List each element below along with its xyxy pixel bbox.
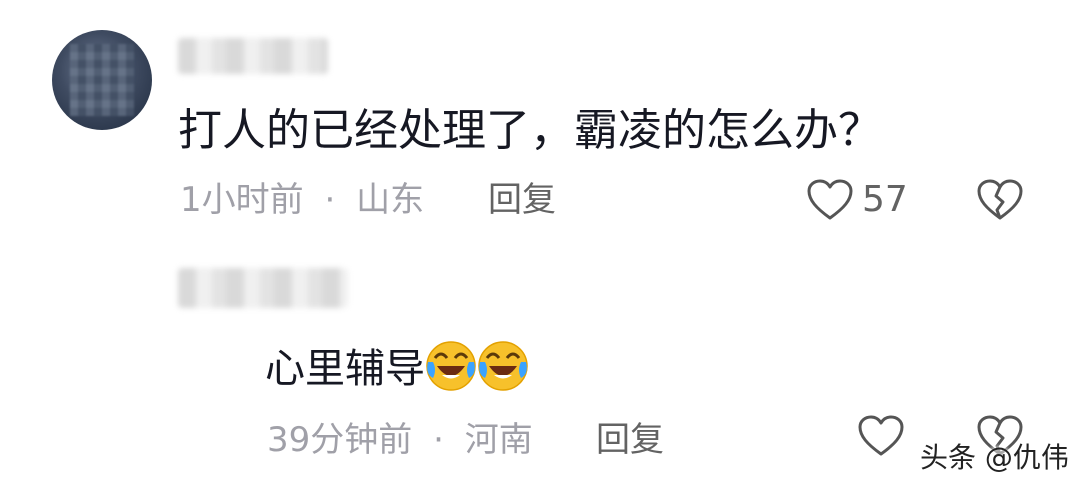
reply-username-blurred[interactable] — [178, 268, 348, 308]
like-heart-icon[interactable] — [806, 178, 854, 222]
username-blurred[interactable] — [178, 38, 328, 74]
comment-text: 打人的已经处理了，霸凌的怎么办？ — [178, 105, 882, 156]
reply-button[interactable]: 回复 — [488, 178, 556, 222]
dislike-broken-heart-icon[interactable] — [976, 178, 1024, 222]
meta-separator: · — [433, 420, 444, 460]
laugh-cry-emoji-icon — [478, 341, 528, 391]
reply-button[interactable]: 回复 — [596, 418, 664, 462]
watermark: 头条 @仇伟 — [920, 441, 1069, 474]
reply-meta: 39分钟前 · 河南 — [267, 418, 533, 462]
laugh-cry-emoji-icon — [426, 341, 476, 391]
reply-time: 39分钟前 — [267, 420, 413, 460]
reply-location: 河南 — [464, 420, 533, 460]
like-heart-icon[interactable] — [857, 414, 905, 458]
like-count: 57 — [862, 179, 908, 220]
reply-text-row: 心里辅导 — [265, 340, 529, 395]
meta-separator: · — [324, 180, 336, 220]
reply-text: 心里辅导 — [265, 346, 425, 392]
avatar-blurred-image — [70, 44, 134, 116]
comment-meta: 1小时前 · 山东 — [180, 178, 424, 222]
comment-location: 山东 — [356, 180, 425, 220]
avatar[interactable] — [52, 30, 152, 130]
comment-time: 1小时前 — [180, 180, 304, 220]
